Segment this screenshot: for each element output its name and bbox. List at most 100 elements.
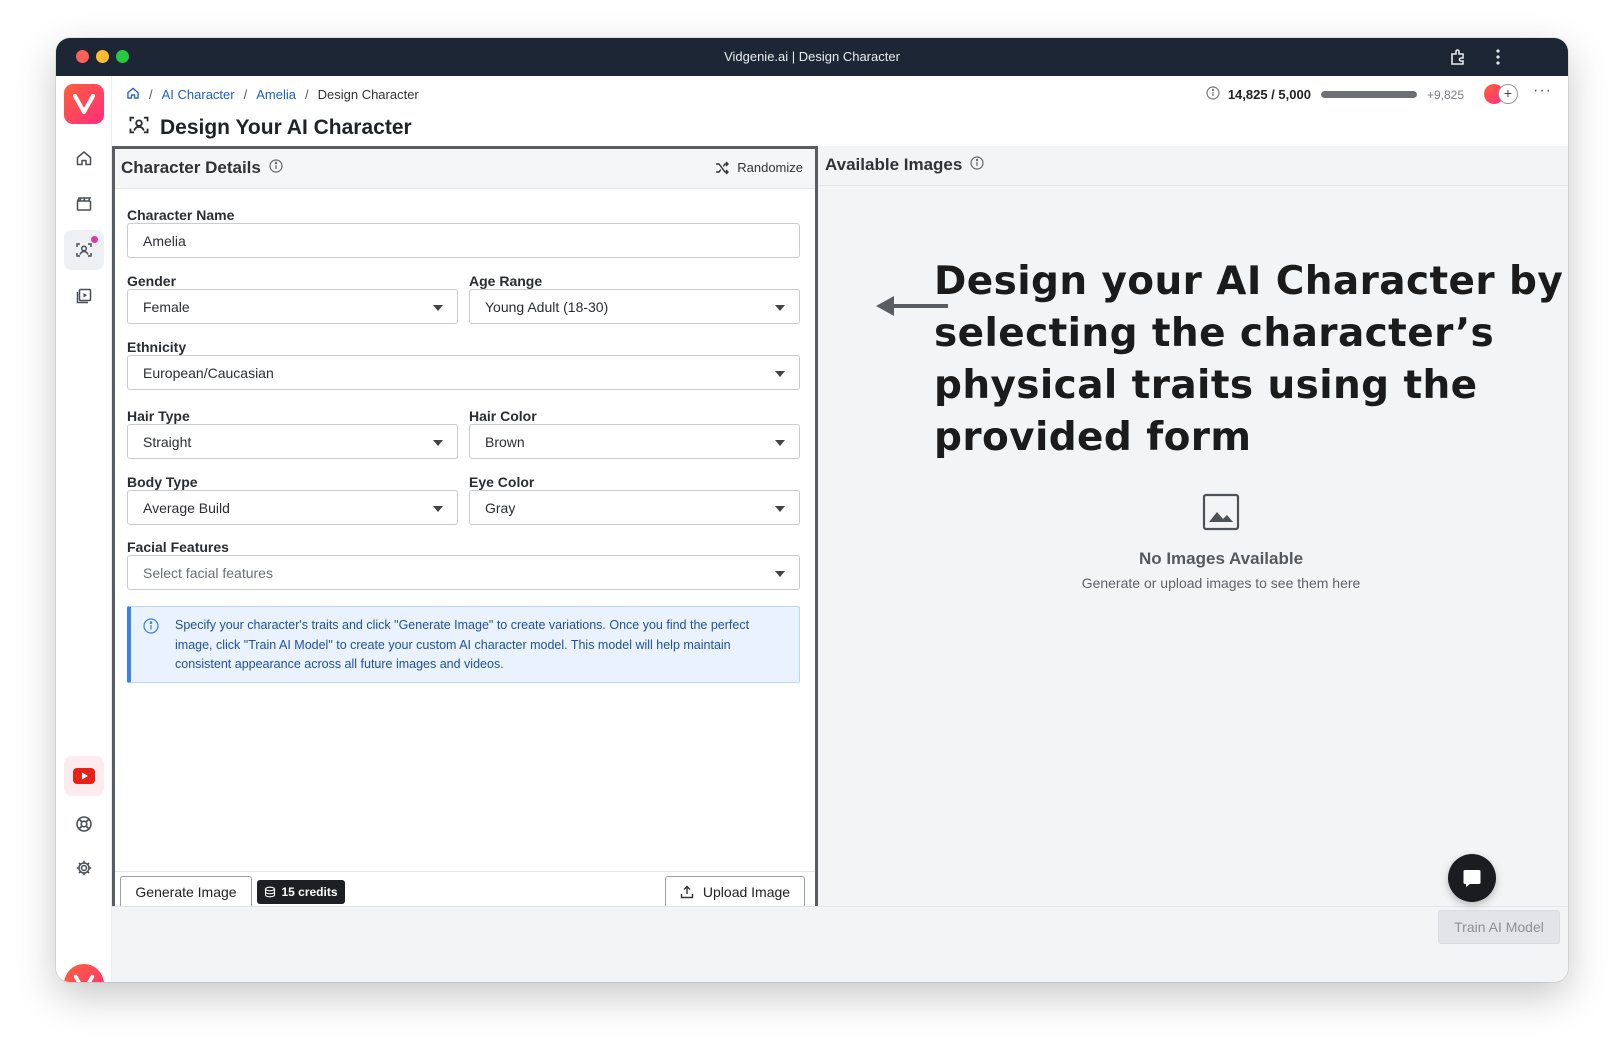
ethnicity-value: European/Caucasian <box>143 365 274 381</box>
breadcrumb: / AI Character / Amelia / Design Charact… <box>126 86 419 103</box>
breadcrumb-ai-character[interactable]: AI Character <box>162 87 235 102</box>
extensions-icon[interactable] <box>1448 47 1468 67</box>
chevron-down-icon <box>433 440 443 446</box>
character-details-panel: Character Details Randomize Character Na… <box>112 146 818 914</box>
home-breadcrumb-icon[interactable] <box>126 86 140 103</box>
images-title: Available Images <box>825 155 963 174</box>
notification-dot <box>91 236 98 243</box>
gender-value: Female <box>143 299 190 315</box>
upload-icon <box>680 885 694 899</box>
workspace-switcher[interactable]: + <box>1484 84 1520 104</box>
empty-state: No Images Available Generate or upload i… <box>876 493 1566 591</box>
page-header: Design Your AI Character <box>128 114 412 141</box>
facial-features-placeholder: Select facial features <box>143 565 273 581</box>
ethnicity-label: Ethnicity <box>127 339 187 355</box>
chevron-down-icon <box>433 506 443 512</box>
sidebar <box>56 76 112 982</box>
character-name-label: Character Name <box>127 207 235 223</box>
chat-bubble-icon <box>1463 870 1481 887</box>
usage-progress-bar <box>1320 91 1417 98</box>
hair-type-label: Hair Type <box>127 408 190 424</box>
usage-extra: +9,825 <box>1426 87 1464 102</box>
bottom-action-bar <box>112 906 1568 982</box>
app-window: Vidgenie.ai | Design Character / AI Char… <box>56 38 1568 982</box>
clapperboard-nav-icon[interactable] <box>64 184 104 224</box>
user-avatar[interactable] <box>64 964 104 982</box>
age-range-value: Young Adult (18-30) <box>485 299 609 315</box>
title-bar: Vidgenie.ai | Design Character <box>56 38 1568 76</box>
generate-image-button[interactable]: Generate Image <box>120 876 252 908</box>
image-placeholder-icon <box>1202 493 1240 531</box>
hair-color-value: Brown <box>485 434 525 450</box>
media-library-nav-icon[interactable] <box>64 276 104 316</box>
details-title: Character Details <box>121 158 261 177</box>
youtube-icon[interactable] <box>64 756 104 796</box>
breadcrumb-amelia[interactable]: Amelia <box>256 87 296 102</box>
body-type-label: Body Type <box>127 474 198 490</box>
ai-character-nav-icon[interactable] <box>64 230 104 270</box>
chevron-down-icon <box>775 506 785 512</box>
images-header: Available Images <box>818 146 1568 186</box>
breadcrumb-current: Design Character <box>317 87 419 102</box>
chevron-down-icon <box>775 440 785 446</box>
chevron-down-icon <box>775 305 785 311</box>
credits-cost-badge: 15 credits <box>257 880 345 904</box>
body-type-select[interactable]: Average Build <box>127 490 458 525</box>
coins-icon <box>265 886 276 898</box>
instructions-text: Specify your character's traits and clic… <box>175 618 750 671</box>
usage-progress-fill <box>1320 91 1417 98</box>
help-support-icon[interactable] <box>64 804 104 844</box>
age-range-select[interactable]: Young Adult (18-30) <box>469 289 800 324</box>
breadcrumb-separator: / <box>243 87 248 102</box>
gender-select[interactable]: Female <box>127 289 458 324</box>
eye-color-label: Eye Color <box>469 474 535 490</box>
home-nav-icon[interactable] <box>64 138 104 178</box>
chat-support-button[interactable] <box>1448 854 1496 902</box>
hair-color-select[interactable]: Brown <box>469 424 800 459</box>
credits-cost-label: 15 credits <box>281 885 338 899</box>
eye-color-select[interactable]: Gray <box>469 490 800 525</box>
usage-info-icon[interactable] <box>1206 86 1220 103</box>
window-title: Vidgenie.ai | Design Character <box>724 49 900 64</box>
hair-type-select[interactable]: Straight <box>127 424 458 459</box>
hair-type-value: Straight <box>143 434 192 450</box>
randomize-button[interactable]: Randomize <box>715 160 803 175</box>
instructions-info-box: Specify your character's traits and clic… <box>127 606 800 683</box>
empty-title: No Images Available <box>1138 549 1304 568</box>
page-title: Design Your AI Character <box>160 115 412 139</box>
app-logo[interactable] <box>64 84 104 124</box>
info-icon <box>143 618 159 639</box>
body-type-value: Average Build <box>143 500 230 516</box>
randomize-label: Randomize <box>737 160 803 175</box>
upload-image-label: Upload Image <box>702 884 791 900</box>
settings-gear-icon[interactable] <box>64 848 104 888</box>
usage-meter: 14,825 / 5,000 +9,825 <box>1206 86 1464 103</box>
usage-count: 14,825 / 5,000 <box>1227 87 1311 102</box>
images-info-icon[interactable] <box>970 155 984 175</box>
breadcrumb-separator: / <box>149 87 153 102</box>
empty-subtitle: Generate or upload images to see them he… <box>1081 575 1361 591</box>
character-scan-icon <box>128 114 150 141</box>
ethnicity-select[interactable]: European/Caucasian <box>127 355 800 390</box>
hair-color-label: Hair Color <box>469 408 537 424</box>
top-bar: / AI Character / Amelia / Design Charact… <box>114 76 1568 112</box>
character-name-input[interactable]: Amelia <box>127 223 800 258</box>
annotation-callout: Design your AI Character by selecting th… <box>934 259 1564 460</box>
eye-color-value: Gray <box>485 500 516 516</box>
add-workspace-icon[interactable]: + <box>1498 84 1518 104</box>
details-info-icon[interactable] <box>269 158 283 178</box>
shuffle-icon <box>716 161 730 174</box>
facial-features-label: Facial Features <box>127 539 229 555</box>
chevron-down-icon <box>775 371 785 377</box>
chevron-down-icon <box>775 571 785 577</box>
chevron-down-icon <box>433 305 443 311</box>
gender-label: Gender <box>127 273 177 289</box>
train-ai-model-button[interactable]: Train AI Model <box>1438 910 1560 944</box>
browser-menu-icon[interactable] <box>1488 47 1508 67</box>
breadcrumb-separator: / <box>304 87 309 102</box>
age-range-label: Age Range <box>469 273 543 289</box>
more-options-icon[interactable]: ··· <box>1533 82 1552 100</box>
facial-features-select[interactable]: Select facial features <box>127 555 800 590</box>
details-header: Character Details Randomize <box>115 149 815 189</box>
upload-image-button[interactable]: Upload Image <box>665 876 805 908</box>
